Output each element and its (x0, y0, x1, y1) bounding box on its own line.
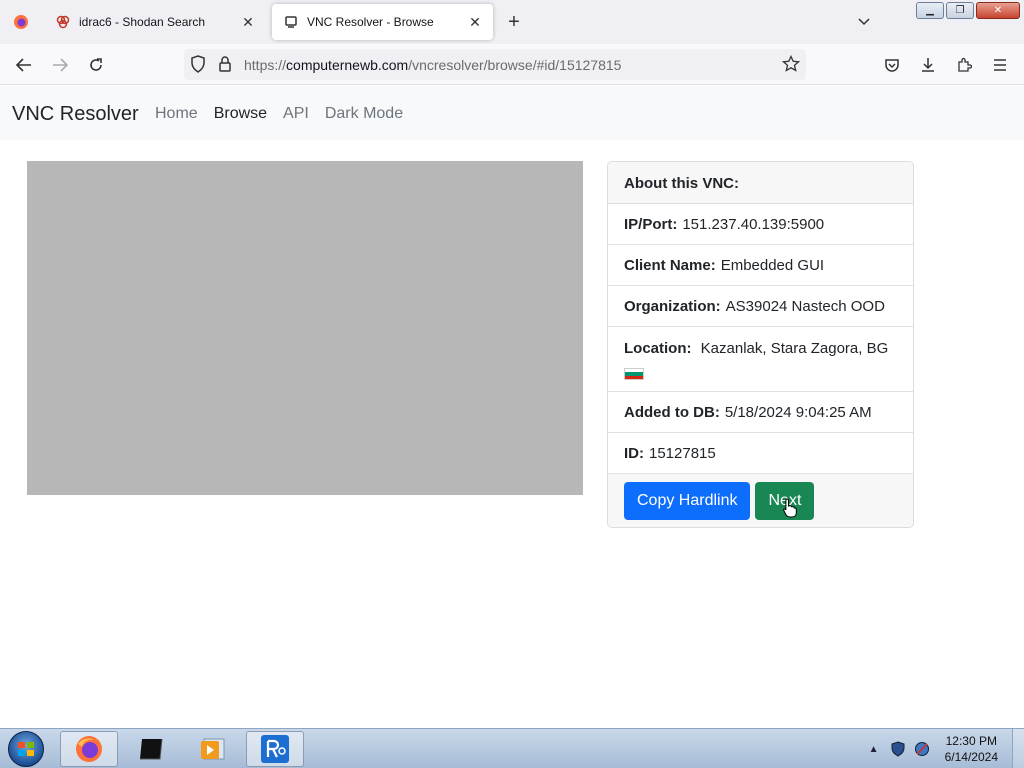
copy-hardlink-button[interactable]: Copy Hardlink (624, 482, 751, 520)
tab-label: idrac6 - Shodan Search (79, 15, 206, 29)
added-value: 5/18/2024 9:04:25 AM (724, 403, 872, 421)
nav-link-api[interactable]: API (283, 105, 309, 123)
windows-logo-icon (8, 731, 44, 767)
media-player-icon (201, 738, 225, 760)
card-header: About this VNC: (608, 162, 913, 204)
taskbar-firefox[interactable] (60, 731, 118, 767)
vnc-info-card: About this VNC: IP/Port: 151.237.40.139:… (607, 161, 914, 528)
id-value: 15127815 (649, 444, 716, 462)
info-row-id: ID: 15127815 (608, 433, 913, 474)
tab-label: VNC Resolver - Browse (307, 15, 434, 29)
window-controls: ▁ ❐ ✕ (916, 2, 1020, 19)
site-brand[interactable]: VNC Resolver (12, 103, 139, 126)
vnc-resolver-app-icon (261, 735, 289, 763)
restore-button[interactable]: ❐ (946, 2, 974, 19)
vnc-resolver-icon (283, 14, 299, 30)
reload-button[interactable] (82, 52, 110, 78)
tab-shodan[interactable]: idrac6 - Shodan Search ✕ (44, 4, 266, 40)
info-row-location: Location: Kazanlak, Stara Zagora, BG (608, 327, 913, 392)
nav-link-home[interactable]: Home (155, 105, 198, 123)
lock-icon[interactable] (218, 55, 232, 78)
nav-link-browse[interactable]: Browse (214, 105, 267, 123)
start-button[interactable] (5, 730, 47, 768)
shodan-icon (55, 14, 71, 30)
firefox-view-button[interactable] (0, 0, 42, 44)
vnc-screenshot (27, 161, 583, 495)
show-hidden-icons-icon[interactable]: ▲ (865, 740, 883, 758)
organization-value: AS39024 Nastech OOD (725, 297, 885, 315)
hand-cursor-icon (783, 498, 797, 523)
menu-hamburger-icon[interactable] (990, 55, 1010, 75)
taskbar-media-player[interactable] (184, 731, 242, 767)
list-tabs-button[interactable] (852, 10, 876, 34)
site-nav-links: Home Browse API Dark Mode (155, 105, 403, 123)
location-label: Location: (624, 340, 692, 357)
terminal-icon (140, 738, 163, 760)
site-navbar: VNC Resolver Home Browse API Dark Mode (0, 86, 1024, 140)
info-row-ip: IP/Port: 151.237.40.139:5900 (608, 204, 913, 245)
back-arrow-icon (16, 58, 31, 72)
bulgaria-flag-icon (624, 368, 644, 380)
back-button[interactable] (10, 52, 38, 78)
location-value: Kazanlak, Stara Zagora, BG (700, 340, 889, 357)
browser-toolbar: https://computernewb.com/vncresolver/bro… (0, 44, 1024, 85)
firefox-icon (14, 15, 28, 29)
taskbar-clock[interactable]: 12:30 PM 6/14/2024 (945, 733, 998, 765)
client-value: Embedded GUI (720, 256, 825, 274)
forward-button[interactable] (46, 52, 74, 78)
taskbar-vnc-resolver[interactable] (246, 731, 304, 767)
downloads-icon[interactable] (918, 55, 938, 75)
card-footer: Copy Hardlink Next (608, 474, 913, 527)
browser-tabstrip: idrac6 - Shodan Search ✕ VNC Resolver - … (0, 0, 1024, 44)
forward-arrow-icon (53, 58, 68, 72)
new-tab-button[interactable]: + (502, 10, 526, 34)
show-desktop-button[interactable] (1012, 729, 1024, 768)
extensions-icon[interactable] (954, 55, 974, 75)
clock-date: 6/14/2024 (944, 750, 998, 764)
organization-label: Organization: (624, 297, 721, 315)
ip-label: IP/Port: (624, 215, 678, 233)
chevron-down-icon (858, 18, 870, 26)
close-window-button[interactable]: ✕ (976, 2, 1020, 19)
client-label: Client Name: (624, 256, 716, 274)
firefox-icon (76, 736, 102, 762)
taskbar-terminal[interactable] (122, 731, 180, 767)
clock-time: 12:30 PM (945, 734, 997, 748)
tab-close-icon[interactable]: ✕ (463, 10, 487, 34)
security-shield-icon[interactable] (889, 740, 907, 758)
tab-vnc-resolver[interactable]: VNC Resolver - Browse ✕ (272, 4, 493, 40)
address-bar[interactable]: https://computernewb.com/vncresolver/bro… (184, 49, 806, 80)
info-row-added: Added to DB: 5/18/2024 9:04:25 AM (608, 392, 913, 433)
bookmark-star-icon[interactable] (781, 54, 801, 78)
windows-taskbar: ▲ 12:30 PM 6/14/2024 (0, 728, 1024, 768)
info-row-client: Client Name: Embedded GUI (608, 245, 913, 286)
reload-icon (90, 58, 102, 71)
url-text: https://computernewb.com/vncresolver/bro… (244, 57, 622, 73)
info-row-organization: Organization: AS39024 Nastech OOD (608, 286, 913, 327)
tab-close-icon[interactable]: ✕ (236, 10, 260, 34)
tracking-protection-icon[interactable] (190, 55, 206, 78)
id-label: ID: (624, 444, 644, 462)
network-icon[interactable] (913, 740, 931, 758)
pocket-icon[interactable] (882, 55, 902, 75)
system-tray: ▲ 12:30 PM 6/14/2024 (865, 729, 1024, 768)
nav-link-dark-mode[interactable]: Dark Mode (325, 105, 403, 123)
ip-value: 151.237.40.139:5900 (682, 215, 825, 233)
minimize-button[interactable]: ▁ (916, 2, 944, 19)
added-label: Added to DB: (624, 403, 720, 421)
